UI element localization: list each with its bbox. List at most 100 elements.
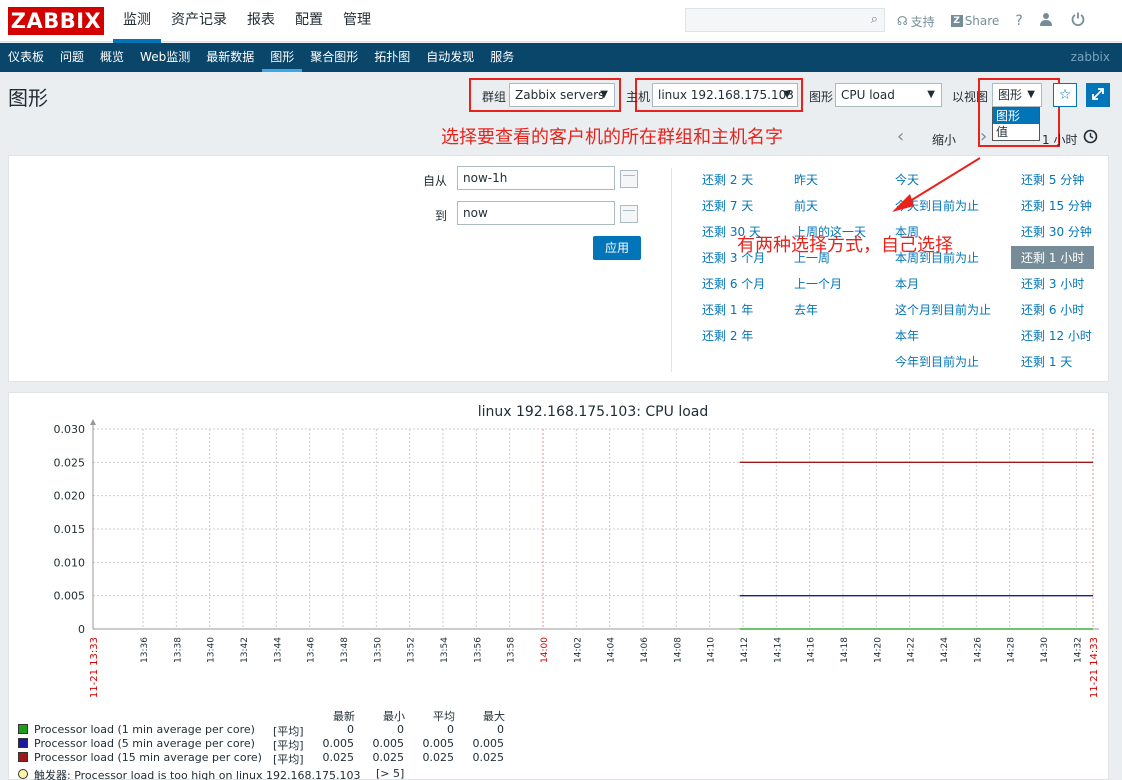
headset-icon: ☊ (897, 14, 908, 28)
x-tick-label: 13:36 (140, 637, 150, 663)
x-tick-label: 14:28 (1007, 637, 1017, 663)
y-tick-label: 0.015 (54, 523, 86, 536)
apply-button[interactable]: 应用 (593, 236, 641, 260)
y-axis-arrow (90, 419, 96, 425)
quick-range-3-5[interactable]: 本月 (895, 275, 919, 292)
quick-range-4-8[interactable]: 还剩 1 天 (1021, 353, 1072, 370)
quick-range-1-2[interactable]: 还剩 7 天 (702, 197, 753, 214)
calendar-to-icon[interactable] (620, 205, 638, 223)
quick-range-4-7[interactable]: 还剩 12 小时 (1021, 327, 1092, 344)
x-tick-label: 13:44 (273, 637, 283, 663)
submenu-maps[interactable]: 拓扑图 (366, 43, 418, 72)
submenu-problems[interactable]: 问题 (52, 43, 92, 72)
help-link[interactable]: ? (1015, 13, 1022, 29)
menu-inventory[interactable]: 资产记录 (161, 0, 237, 42)
submenu-web[interactable]: Web监测 (132, 43, 198, 72)
prev-period-icon[interactable]: ‹ (897, 126, 904, 147)
graph-label: 图形 (809, 90, 834, 104)
share-link[interactable]: Z Share (950, 14, 999, 28)
legend-value: 0 (397, 723, 404, 736)
top-bar: ZABBIX 监测 资产记录 报表 配置 管理 ⌕ ☊ 支持 Z Share ? (0, 0, 1122, 43)
submenu-services[interactable]: 服务 (482, 43, 522, 72)
legend-value: 0.005 (422, 737, 455, 750)
menu-configuration[interactable]: 配置 (285, 0, 333, 42)
search-icon[interactable]: ⌕ (871, 12, 878, 27)
top-links: ☊ 支持 Z Share ? (897, 0, 1085, 42)
quick-range-2-2[interactable]: 前天 (794, 197, 818, 214)
host-select[interactable]: linux 192.168.175.103 ▼ (652, 83, 798, 107)
user-profile-icon[interactable] (1039, 12, 1053, 30)
x-tick-label: 14:12 (740, 637, 750, 663)
quick-range-3-8[interactable]: 今年到目前为止 (895, 353, 979, 370)
annotation-arrow (892, 157, 981, 212)
fullscreen-button[interactable] (1086, 83, 1110, 107)
x-tick-label: 14:00 (540, 637, 550, 663)
submenu-screens[interactable]: 聚合图形 (302, 43, 366, 72)
x-tick-label: 14:14 (773, 637, 783, 663)
quick-range-3-7[interactable]: 本年 (895, 327, 919, 344)
quick-range-2-6[interactable]: 去年 (794, 301, 818, 318)
search-input[interactable]: ⌕ (685, 8, 885, 32)
quick-range-4-3[interactable]: 还剩 30 分钟 (1021, 223, 1092, 240)
zoom-out-button[interactable]: 缩小 (932, 131, 956, 148)
quick-range-4-1[interactable]: 还剩 5 分钟 (1021, 171, 1084, 188)
from-input[interactable]: now-1h (457, 166, 615, 190)
sub-menu-bar: 仪表板 问题 概览 Web监测 最新数据 图形 聚合图形 拓扑图 自动发现 服务… (0, 43, 1122, 72)
quick-range-4-2[interactable]: 还剩 15 分钟 (1021, 197, 1092, 214)
chart-title: linux 192.168.175.103: CPU load (478, 404, 709, 420)
quick-range-1-7[interactable]: 还剩 2 年 (702, 327, 753, 344)
to-label: 到 (435, 209, 448, 223)
view-option-graph[interactable]: 图形 (993, 108, 1039, 124)
next-period-icon[interactable]: › (980, 126, 987, 147)
legend-value: 0.025 (422, 751, 455, 764)
quick-range-1-5[interactable]: 还剩 6 个月 (702, 275, 765, 292)
legend-header: 最小 (383, 710, 405, 723)
add-favorite-button[interactable]: ☆ (1053, 83, 1077, 107)
to-input[interactable]: now (457, 201, 615, 225)
support-link[interactable]: ☊ 支持 (897, 13, 935, 30)
period-label[interactable]: 1 小时 (1042, 131, 1077, 148)
quick-range-1-1[interactable]: 还剩 2 天 (702, 171, 753, 188)
menu-monitoring[interactable]: 监测 (113, 0, 161, 43)
quick-range-2-5[interactable]: 上一个月 (794, 275, 842, 292)
group-select[interactable]: Zabbix servers ▼ (509, 83, 615, 107)
chevron-down-icon: ▼ (1027, 89, 1035, 100)
submenu-latest-data[interactable]: 最新数据 (198, 43, 262, 72)
clock-icon[interactable] (1083, 129, 1098, 147)
submenu-overview[interactable]: 概览 (92, 43, 132, 72)
view-select[interactable]: 图形 ▼ (992, 83, 1042, 107)
quick-range-4-4[interactable]: 还剩 1 小时 (1011, 246, 1095, 269)
x-tick-label: 14:10 (707, 637, 717, 663)
x-tick-label: 11-21 13:33 (89, 637, 100, 698)
menu-reports[interactable]: 报表 (237, 0, 285, 42)
quick-range-4-5[interactable]: 还剩 3 小时 (1021, 275, 1084, 292)
x-tick-label: 14:08 (673, 637, 683, 663)
menu-administration[interactable]: 管理 (333, 0, 381, 42)
cpu-load-chart: linux 192.168.175.103: CPU load 0.030 0.02… (54, 404, 1101, 698)
submenu-discovery[interactable]: 自动发现 (418, 43, 482, 72)
annotation-view-hint: 有两种选择方式，自己选择 (737, 235, 953, 256)
quick-range-1-6[interactable]: 还剩 1 年 (702, 301, 753, 318)
host-label: 主机 (626, 90, 651, 104)
power-icon[interactable] (1071, 12, 1085, 30)
legend-series-name: Processor load (1 min average per core) (34, 723, 255, 736)
submenu-graphs[interactable]: 图形 (262, 43, 303, 72)
x-tick-label: 14:22 (907, 637, 917, 663)
share-z-icon: Z (950, 15, 963, 27)
quick-range-2-1[interactable]: 昨天 (794, 171, 818, 188)
graph-select[interactable]: CPU load ▼ (835, 83, 942, 107)
y-tick-label: 0 (78, 623, 85, 636)
x-tick-label: 14:26 (973, 637, 983, 663)
y-tick-label: 0.030 (54, 423, 86, 436)
calendar-from-icon[interactable] (620, 170, 638, 188)
quick-range-3-6[interactable]: 这个月到目前为止 (895, 301, 991, 318)
zabbix-logo[interactable]: ZABBIX (8, 7, 104, 35)
x-tick-label: 14:20 (873, 637, 883, 663)
quick-range-4-6[interactable]: 还剩 6 小时 (1021, 301, 1084, 318)
x-tick-label: 13:42 (240, 637, 250, 663)
view-option-values[interactable]: 值 (993, 124, 1039, 140)
submenu-dashboard[interactable]: 仪表板 (0, 43, 52, 72)
x-tick-label: 13:58 (507, 637, 517, 663)
trigger-icon (18, 769, 28, 779)
x-tick-label: 14:30 (1040, 637, 1050, 663)
